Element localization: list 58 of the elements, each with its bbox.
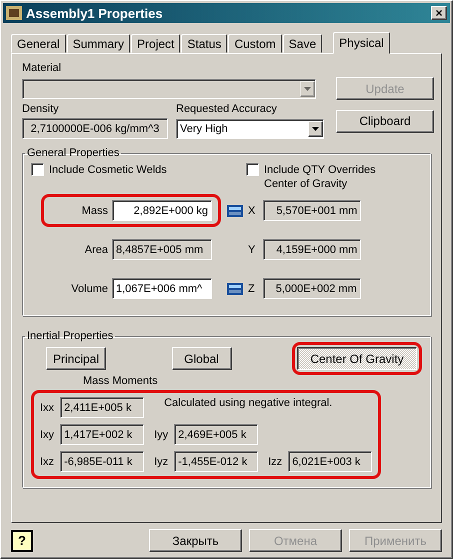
tab[interactable]: Summary (66, 34, 130, 53)
accuracy-label: Requested Accuracy (176, 103, 278, 115)
value-field[interactable]: -1,455E-012 k (174, 451, 258, 472)
mode-button[interactable]: Principal (46, 347, 106, 370)
mode-button[interactable]: Global (172, 347, 232, 370)
value-field[interactable]: 5,570E+001 mm (263, 200, 362, 221)
tab[interactable]: Status (181, 34, 228, 53)
dropdown-arrow-icon (304, 86, 311, 90)
value-field[interactable]: 8,4857E+005 mm (112, 239, 212, 260)
density-label: Density (22, 103, 60, 115)
checkbox[interactable] (246, 163, 259, 176)
moment-label: Iyz (154, 456, 168, 468)
accuracy-dropdown[interactable]: Very High (176, 118, 324, 138)
help-button[interactable]: ? (11, 530, 33, 552)
moment-label: Ixx (40, 402, 54, 414)
mode-button[interactable]: Center Of Gravity (297, 347, 417, 370)
moment-label: Ixz (40, 456, 54, 468)
axis-label: Z (248, 282, 255, 294)
axis-label: X (248, 204, 256, 216)
dropdown-arrow-icon (312, 126, 319, 130)
tab[interactable]: Custom (228, 34, 282, 53)
value-field[interactable]: 1,417E+002 k (60, 424, 144, 445)
tab[interactable]: Save (282, 34, 322, 53)
value-field[interactable]: 5,000E+002 mm (262, 278, 361, 299)
mass-moments-label: Mass Moments (83, 375, 159, 387)
value-field[interactable]: 4,159E+000 mm (263, 239, 362, 260)
note-text: Calculated using negative integral. (163, 397, 334, 409)
moment-label: Iyy (154, 428, 168, 440)
value-field[interactable]: 1,067E+006 mm^ (112, 278, 212, 299)
axis-label: Y (248, 244, 256, 256)
group-title: Inertial Properties (26, 330, 114, 342)
clipboard-button[interactable]: Clipboard (336, 110, 434, 132)
checkbox-label: Include QTY Overrides (264, 164, 376, 176)
assembly-icon (6, 6, 22, 20)
close-button[interactable]: × (431, 6, 447, 20)
tab[interactable]: General (11, 34, 66, 53)
checkbox-label: Include Cosmetic Welds (49, 164, 167, 176)
tab[interactable]: Project (131, 34, 180, 53)
dialog-button[interactable]: Закрыть (149, 529, 242, 552)
value-field[interactable]: -6,985E-011 k (60, 451, 144, 472)
moment-label: Izz (268, 456, 282, 468)
center-of-gravity-label: Center of Gravity (263, 178, 348, 190)
calculator-icon[interactable] (227, 204, 243, 216)
group-title: General Properties (26, 147, 120, 159)
field-label: Area (84, 244, 108, 256)
window-title: Assembly1 Properties (26, 6, 164, 20)
value-field[interactable]: 2,411E+005 k (60, 397, 144, 418)
field-label: Mass (82, 204, 108, 216)
tab[interactable]: Physical (333, 32, 390, 54)
value-field[interactable]: 6,021E+003 k (288, 451, 372, 472)
value-field[interactable]: 2,892E+000 kg (112, 200, 212, 221)
checkbox[interactable] (31, 163, 44, 176)
calculator-icon[interactable] (227, 282, 243, 294)
density-field[interactable]: 2,7100000E-006 kg/mm^3 (22, 118, 168, 139)
moment-label: Ixy (40, 428, 54, 440)
field-label: Volume (71, 282, 108, 294)
value-field[interactable]: 2,469E+005 k (174, 424, 258, 445)
material-label: Material (22, 62, 62, 74)
